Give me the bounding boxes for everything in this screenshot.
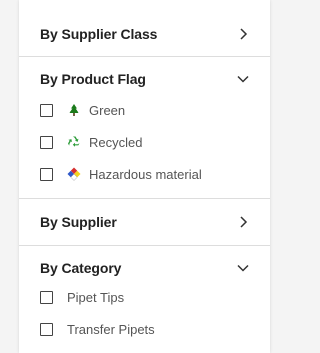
checkbox[interactable] <box>40 167 53 181</box>
filter-panel: By Supplier Class By Product Flag Green <box>19 0 270 353</box>
filter-section-supplier: By Supplier <box>19 199 270 246</box>
filter-section-product-flag: By Product Flag Green Recycled Hazardous… <box>19 57 270 199</box>
section-title: By Category <box>40 260 122 276</box>
product-flag-options: Green Recycled Hazardous material <box>19 90 270 190</box>
checkbox[interactable] <box>40 322 53 336</box>
category-options: Pipet Tips Transfer Pipets <box>19 279 270 345</box>
option-label: Transfer Pipets <box>67 321 155 337</box>
option-transfer-pipets[interactable]: Transfer Pipets <box>19 313 270 345</box>
option-pipet-tips[interactable]: Pipet Tips <box>19 281 270 313</box>
filter-header-supplier-class[interactable]: By Supplier Class <box>19 0 270 45</box>
option-hazardous-material[interactable]: Hazardous material <box>19 158 270 190</box>
chevron-right-icon <box>240 28 248 40</box>
filter-header-category[interactable]: By Category <box>19 246 270 279</box>
checkbox[interactable] <box>40 290 53 304</box>
filter-header-product-flag[interactable]: By Product Flag <box>19 57 270 90</box>
filter-header-supplier[interactable]: By Supplier <box>19 199 270 233</box>
option-green[interactable]: Green <box>19 94 270 126</box>
option-recycled[interactable]: Recycled <box>19 126 270 158</box>
section-title: By Supplier Class <box>40 26 158 42</box>
filter-section-category: By Category Pipet Tips Transfer Pipets <box>19 246 270 345</box>
filter-section-supplier-class: By Supplier Class <box>19 0 270 57</box>
section-title: By Supplier <box>40 214 117 230</box>
option-label: Green <box>89 102 126 118</box>
option-label: Hazardous material <box>89 166 202 182</box>
chevron-down-icon <box>237 75 249 83</box>
chevron-down-icon <box>237 264 249 272</box>
tree-icon <box>69 104 79 116</box>
option-label: Pipet Tips <box>67 289 125 305</box>
recycle-icon <box>68 136 80 147</box>
chevron-right-icon <box>240 216 248 228</box>
checkbox[interactable] <box>40 103 53 117</box>
checkbox[interactable] <box>40 135 53 149</box>
hazard-diamond-icon <box>67 167 81 181</box>
section-title: By Product Flag <box>40 71 146 87</box>
option-label: Recycled <box>89 134 143 150</box>
